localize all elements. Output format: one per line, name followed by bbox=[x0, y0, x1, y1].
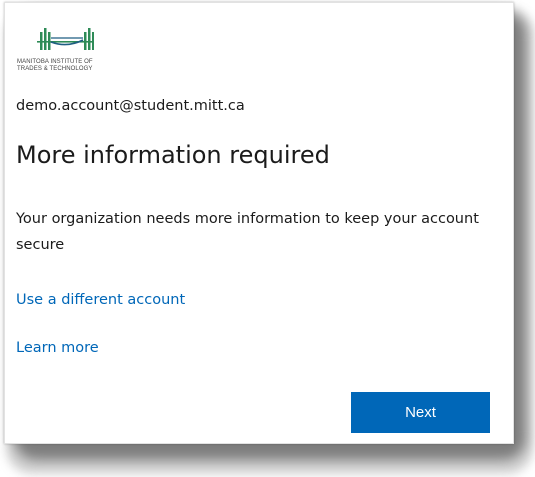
use-different-account-link[interactable]: Use a different account bbox=[16, 292, 185, 308]
description-text: Your organization needs more information… bbox=[16, 211, 479, 253]
institution-logo: MANITOBA INSTITUTE OF TRADES & TECHNOLOG… bbox=[16, 28, 156, 78]
learn-more-link[interactable]: Learn more bbox=[16, 340, 99, 356]
sign-in-card: MANITOBA INSTITUTE OF TRADES & TECHNOLOG… bbox=[4, 2, 514, 444]
page-title: More information required bbox=[16, 141, 330, 169]
next-button[interactable]: Next bbox=[351, 392, 490, 433]
account-email: demo.account@student.mitt.ca bbox=[16, 98, 245, 114]
institution-name: MANITOBA INSTITUTE OF TRADES & TECHNOLOG… bbox=[17, 59, 93, 72]
mitt-bridge-logo-icon bbox=[37, 28, 94, 50]
